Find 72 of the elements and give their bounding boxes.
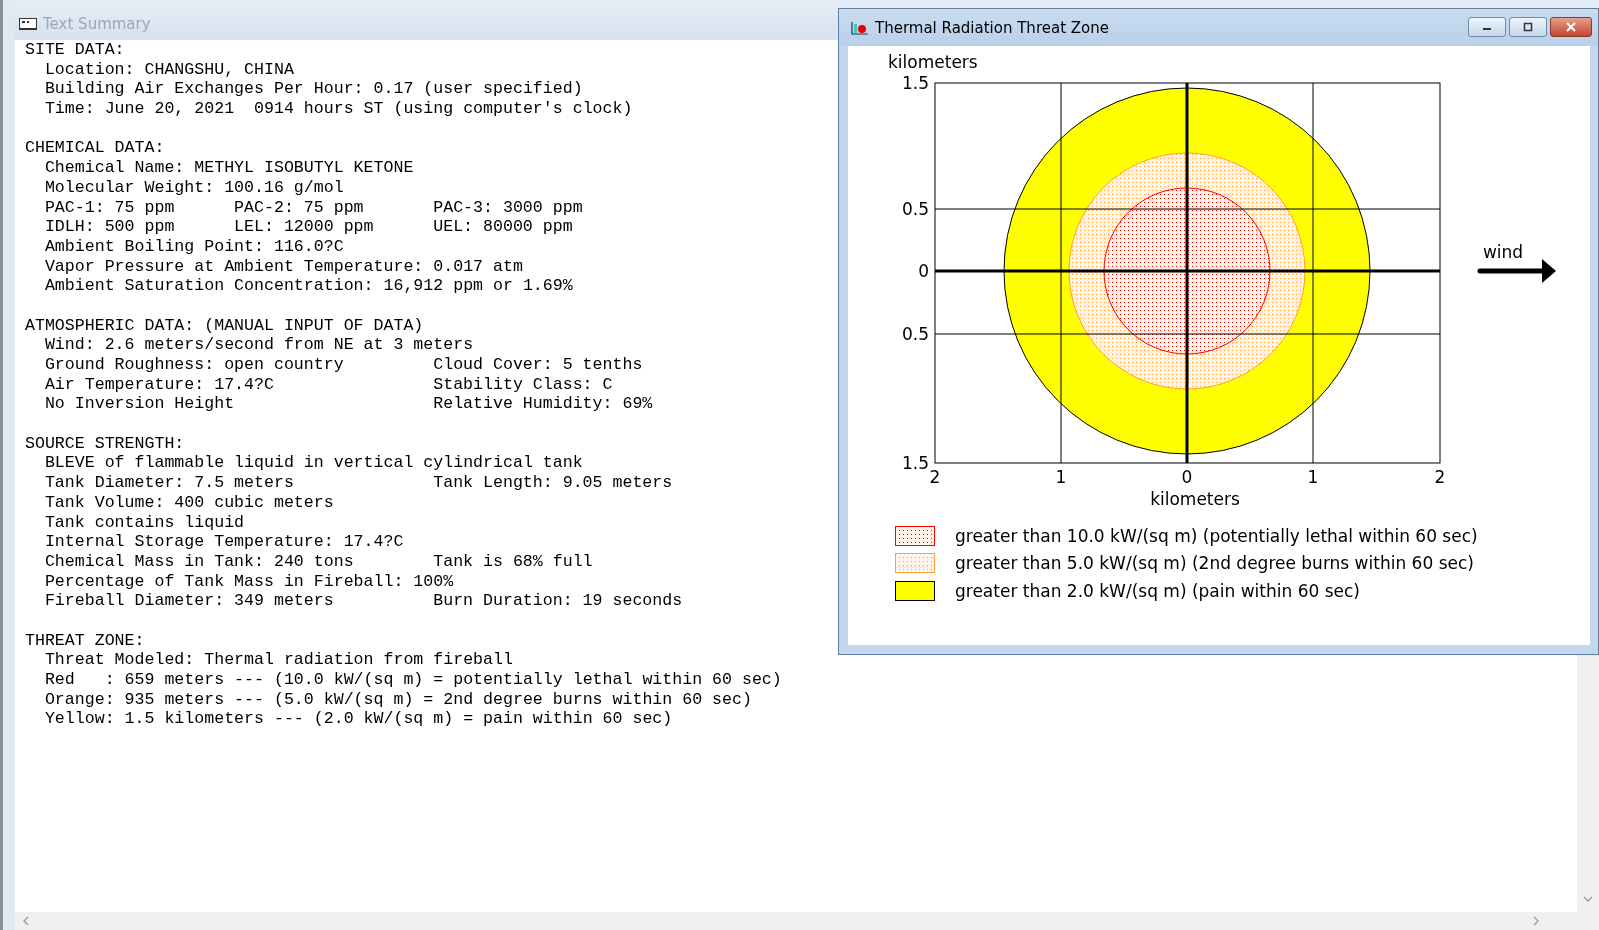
summary-text: Orange: 935 meters --- (5.0 kW/(sq m) = 2nd degree burns within 60 sec) [44, 689, 752, 710]
summary-text: Relative Humidity: 69% [433, 394, 653, 415]
summary-text: Tank Diameter: 7.5 meters [44, 473, 294, 493]
summary-text: Building Air Exchanges Per Hour: 0.17 (user specified) [44, 79, 583, 100]
summary-text: Tank is 68% full [433, 551, 593, 572]
legend-label: greater than 10.0 kW/(sq m) (potentially lethal within 60 sec) [955, 525, 1478, 546]
chevron-down-icon[interactable] [1583, 896, 1593, 902]
summary-text: UEL: 80000 ppm [433, 217, 573, 237]
tick-label: 0 [1181, 467, 1193, 487]
summary-text: IDLH: 500 ppm [44, 217, 175, 237]
summary-text: No Inversion Height [44, 394, 235, 415]
maximize-icon [1523, 22, 1533, 32]
summary-text: Tank Length: 9.05 meters [433, 473, 673, 493]
summary-text: BLEVE of flammable liquid in vertical cylindrical tank [44, 453, 583, 474]
tick-label: 0.5 [901, 324, 929, 344]
summary-text: PAC-3: 3000 ppm [433, 197, 583, 218]
summary-text: Time: June 20, 2021 0914 hours ST (using computer's clock) [44, 99, 633, 119]
summary-text: Air Temperature: 17.4?C [44, 374, 274, 395]
summary-text: PAC-1: 75 ppm [44, 197, 175, 218]
summary-text: PAC-2: 75 ppm [234, 197, 364, 218]
summary-text: Internal Storage Temperature: 17.4?C [44, 532, 404, 552]
chevron-right-icon[interactable] [1533, 916, 1539, 926]
tick-label: 1.5 [901, 73, 929, 93]
minimize-icon [1483, 28, 1491, 30]
legend-label: greater than 5.0 kW/(sq m) (2nd degree burns within 60 sec) [955, 553, 1474, 574]
window-title: Thermal Radiation Threat Zone [875, 18, 1110, 37]
wind-label: wind [1482, 242, 1524, 262]
summary-text: Tank contains liquid [44, 512, 245, 533]
window-title: Text Summary [43, 15, 151, 33]
tick-label: 0.5 [901, 199, 929, 219]
chart-icon [851, 20, 869, 35]
summary-text: Cloud Cover: 5 tenths [433, 355, 643, 375]
window-icon [19, 18, 37, 30]
summary-text: Location: CHANGSHU, CHINA [44, 59, 294, 80]
tick-label: 1 [1055, 467, 1067, 487]
maximize-button[interactable] [1509, 17, 1547, 37]
summary-text: Wind: 2.6 meters/second from NE at 3 meters [44, 335, 474, 355]
summary-text: Percentage of Tank Mass in Fireball: 100% [44, 571, 454, 592]
section-heading: SITE DATA: [25, 40, 125, 60]
summary-text: Chemical Mass in Tank: 240 tons [44, 551, 354, 572]
summary-text: Red : 659 meters --- (10.0 kW/(sq m) = potentially lethal within 60 sec) [44, 670, 782, 690]
summary-text: Ground Roughness: open country [44, 355, 344, 375]
tick-label: 2 [1434, 467, 1446, 487]
summary-text: Chemical Name: METHYL ISOBUTYL KETONE [44, 158, 414, 178]
section-heading: THREAT ZONE: [25, 630, 145, 651]
minimize-button[interactable] [1468, 17, 1506, 37]
summary-text: Vapor Pressure at Ambient Temperature: 0.017 atm [44, 256, 523, 277]
axis-title: kilometers [1150, 489, 1240, 509]
close-button[interactable] [1550, 17, 1592, 37]
wind-arrow-icon [1477, 259, 1556, 283]
tick-label: 1 [1307, 467, 1319, 487]
summary-text: Tank Volume: 400 cubic meters [44, 492, 334, 513]
section-heading: SOURCE STRENGTH: [25, 433, 185, 454]
summary-text: Stability Class: C [433, 374, 613, 395]
summary-text: LEL: 12000 ppm [234, 217, 374, 237]
summary-text: Threat Modeled: Thermal radiation from fireball [44, 650, 513, 670]
tick-label: 1.5 [901, 453, 929, 473]
summary-text: Yellow: 1.5 kilometers --- (2.0 kW/(sq m) = pain within 60 sec) [44, 709, 673, 730]
summary-text: Ambient Boiling Point: 116.0?C [44, 236, 344, 257]
close-icon [1566, 22, 1576, 32]
section-heading: ATMOSPHERIC DATA: (MANUAL INPUT OF DATA) [25, 315, 424, 336]
legend-label: greater than 2.0 kW/(sq m) (pain within 60 sec) [955, 580, 1360, 601]
chevron-left-icon[interactable] [23, 916, 29, 926]
vertical-scrollbar[interactable] [1577, 656, 1599, 912]
summary-text: Burn Duration: 19 seconds [433, 591, 683, 611]
section-heading: CHEMICAL DATA: [25, 138, 165, 159]
summary-text: Ambient Saturation Concentration: 16,912 ppm or 1.69% [44, 276, 573, 296]
summary-text: Molecular Weight: 100.16 g/mol [44, 177, 344, 198]
summary-text: Fireball Diameter: 349 meters [44, 591, 334, 611]
tick-label: 2 [929, 467, 941, 487]
tick-label: 0 [918, 261, 929, 281]
axis-title: kilometers [888, 52, 978, 72]
